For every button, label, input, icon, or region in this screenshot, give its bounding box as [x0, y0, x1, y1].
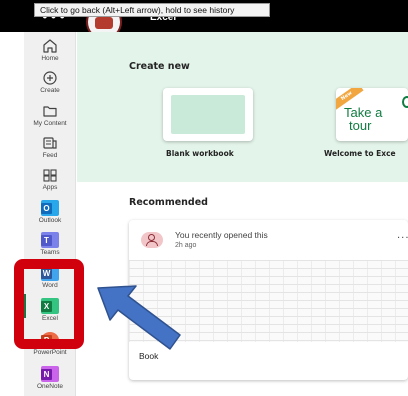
person-icon-body — [146, 241, 158, 246]
blank-workbook-label[interactable]: Blank workbook — [166, 149, 234, 158]
person-icon — [141, 232, 163, 248]
tour-graphic — [402, 96, 408, 108]
outlook-icon-letter: O — [41, 203, 52, 214]
tour-thumbnail-text: Take a tour — [344, 106, 382, 132]
sidebar-item-label: OneNote — [36, 383, 64, 390]
tour-text-line2: tour — [349, 118, 372, 133]
home-icon — [43, 39, 57, 53]
sidebar-item-create[interactable]: Create — [24, 70, 76, 94]
person-icon-head — [148, 234, 155, 241]
onenote-icon-letter: N — [41, 369, 52, 380]
sidebar-item-label: Teams — [40, 249, 60, 256]
sidebar-item-teams[interactable]: T Teams — [24, 232, 76, 256]
recent-activity-time: 2h ago — [175, 242, 197, 249]
blue-arrow-annotation — [97, 285, 181, 350]
red-highlight-box — [14, 259, 84, 349]
back-button-tooltip: Click to go back (Alt+Left arrow), hold … — [34, 3, 270, 17]
sidebar-item-outlook[interactable]: O Outlook — [24, 200, 76, 224]
sidebar-item-onenote[interactable]: N OneNote — [24, 366, 76, 390]
plus-circle-icon — [43, 71, 57, 85]
welcome-template-label[interactable]: Welcome to Exce — [324, 149, 396, 158]
sidebar-item-feed[interactable]: Feed — [24, 135, 76, 159]
sidebar-item-my-content[interactable]: My Content — [24, 103, 76, 127]
take-a-tour-template[interactable]: New Take a tour — [336, 88, 408, 141]
sidebar-item-home[interactable]: Home — [24, 38, 76, 62]
logo-crest — [95, 17, 113, 29]
apps-icon — [43, 169, 57, 182]
create-new-section: Create new Blank workbook New Take a tou… — [77, 32, 408, 182]
blank-workbook-thumbnail — [171, 95, 245, 134]
folder-icon — [43, 106, 57, 117]
teams-icon-letter: T — [41, 235, 52, 246]
onenote-icon: N — [41, 366, 59, 382]
create-new-heading: Create new — [129, 61, 190, 72]
sidebar-item-label: Outlook — [38, 217, 62, 224]
outlook-icon: O — [41, 200, 59, 216]
sidebar-item-apps[interactable]: Apps — [24, 167, 76, 191]
sidebar-item-label: Create — [40, 87, 60, 94]
sidebar-item-label: PowerPoint — [33, 349, 67, 356]
feed-icon — [43, 137, 57, 149]
blank-workbook-template[interactable] — [163, 88, 253, 141]
sidebar-item-label: My Content — [33, 120, 67, 127]
sidebar-item-label: Feed — [42, 152, 58, 159]
recent-activity-text: You recently opened this — [175, 230, 268, 240]
recommended-heading: Recommended — [129, 197, 208, 208]
sidebar-item-label: Home — [41, 55, 59, 62]
teams-icon: T — [41, 232, 59, 248]
more-options-button[interactable]: ... — [397, 230, 408, 241]
sidebar-item-label: Apps — [42, 184, 58, 191]
